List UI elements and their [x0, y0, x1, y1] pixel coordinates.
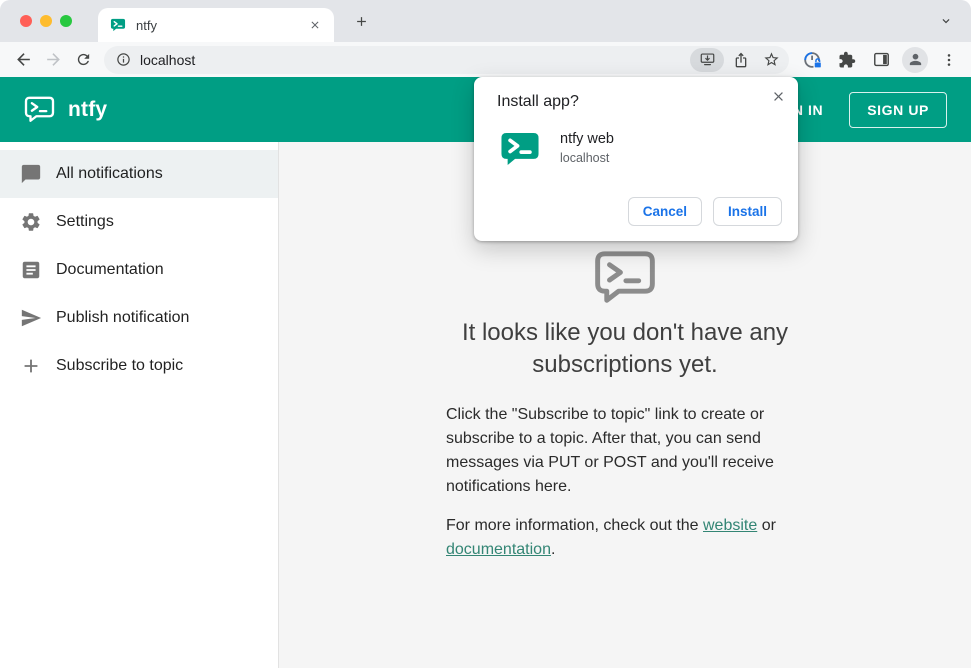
- article-icon: [20, 259, 42, 281]
- empty-state-title: It looks like you don't have any subscri…: [461, 319, 789, 379]
- new-tab-icon[interactable]: [348, 8, 374, 34]
- install-button[interactable]: Install: [712, 197, 782, 226]
- sidebar-item-label: Documentation: [56, 261, 164, 278]
- sidebar-item-documentation[interactable]: Documentation: [0, 246, 278, 294]
- ntfy-logo-icon: [24, 96, 55, 123]
- install-app-icon[interactable]: [690, 47, 724, 72]
- minimize-window-button[interactable]: [40, 15, 52, 27]
- side-panel-icon[interactable]: [867, 46, 895, 74]
- fullscreen-window-button[interactable]: [60, 15, 72, 27]
- documentation-link[interactable]: documentation: [446, 541, 551, 558]
- browser-window: ntfy localhost ntfy IN SIGN UP All notif…: [0, 0, 971, 668]
- sidebar-item-settings[interactable]: Settings: [0, 198, 278, 246]
- extensions-puzzle-icon[interactable]: [833, 46, 861, 74]
- profile-avatar-icon[interactable]: [901, 46, 929, 74]
- share-icon[interactable]: [728, 48, 754, 72]
- ntfy-favicon: [110, 17, 126, 33]
- sidebar-item-label: Subscribe to topic: [56, 357, 184, 374]
- tab-strip: ntfy: [0, 0, 971, 42]
- sidebar-nav: All notifications Settings Documentation…: [0, 142, 279, 668]
- ntfy-logo-icon: [499, 129, 541, 169]
- sidebar-item-label: Publish notification: [56, 309, 190, 326]
- dialog-app-name: ntfy web: [560, 131, 614, 147]
- bookmark-star-icon[interactable]: [758, 48, 784, 72]
- forward-icon[interactable]: [38, 45, 68, 75]
- close-window-button[interactable]: [20, 15, 32, 27]
- ntfy-logo-icon: [594, 250, 656, 305]
- dialog-app-origin: localhost: [560, 151, 610, 165]
- chat-bubble-icon: [20, 163, 42, 185]
- sidebar-item-subscribe-to-topic[interactable]: Subscribe to topic: [0, 342, 278, 390]
- browser-toolbar: localhost: [0, 42, 971, 77]
- sidebar-item-label: All notifications: [56, 165, 163, 182]
- paragraph-text: .: [550, 540, 556, 558]
- paragraph-text: For more information, check out the: [446, 516, 703, 534]
- plus-icon: [20, 355, 42, 377]
- send-icon: [20, 307, 42, 329]
- extension-area: [799, 46, 963, 74]
- back-icon[interactable]: [8, 45, 38, 75]
- sidebar-item-all-notifications[interactable]: All notifications: [0, 150, 278, 198]
- sign-up-button[interactable]: SIGN UP: [849, 91, 947, 128]
- privacy-extension-icon[interactable]: [799, 46, 827, 74]
- gear-icon: [20, 211, 42, 233]
- info-icon[interactable]: [116, 52, 131, 67]
- address-bar[interactable]: localhost: [104, 45, 789, 74]
- dialog-app-row: ntfy web localhost: [499, 129, 782, 169]
- sidebar-item-label: Settings: [56, 213, 114, 230]
- empty-state-paragraph: Click the "Subscribe to topic" link to c…: [446, 405, 774, 495]
- close-icon[interactable]: [768, 86, 788, 106]
- tab-close-icon[interactable]: [306, 16, 324, 34]
- tab-title: ntfy: [136, 17, 157, 33]
- website-link[interactable]: website: [703, 517, 757, 534]
- reload-icon[interactable]: [68, 45, 98, 75]
- cancel-button[interactable]: Cancel: [627, 197, 702, 226]
- paragraph-text: or: [757, 516, 776, 534]
- window-controls: [20, 15, 72, 27]
- install-app-dialog: Install app? ntfy web localhost Cancel I…: [474, 77, 798, 241]
- dialog-buttons: Cancel Install: [497, 197, 782, 226]
- browser-tab[interactable]: ntfy: [98, 8, 334, 42]
- more-menu-icon[interactable]: [935, 46, 963, 74]
- chevron-down-icon[interactable]: [939, 14, 953, 28]
- dialog-title: Install app?: [497, 93, 579, 110]
- empty-state-links-paragraph: For more information, check out the webs…: [446, 514, 804, 562]
- url-text[interactable]: localhost: [140, 52, 195, 68]
- brand-title: ntfy: [68, 97, 108, 121]
- sidebar-item-publish-notification[interactable]: Publish notification: [0, 294, 278, 342]
